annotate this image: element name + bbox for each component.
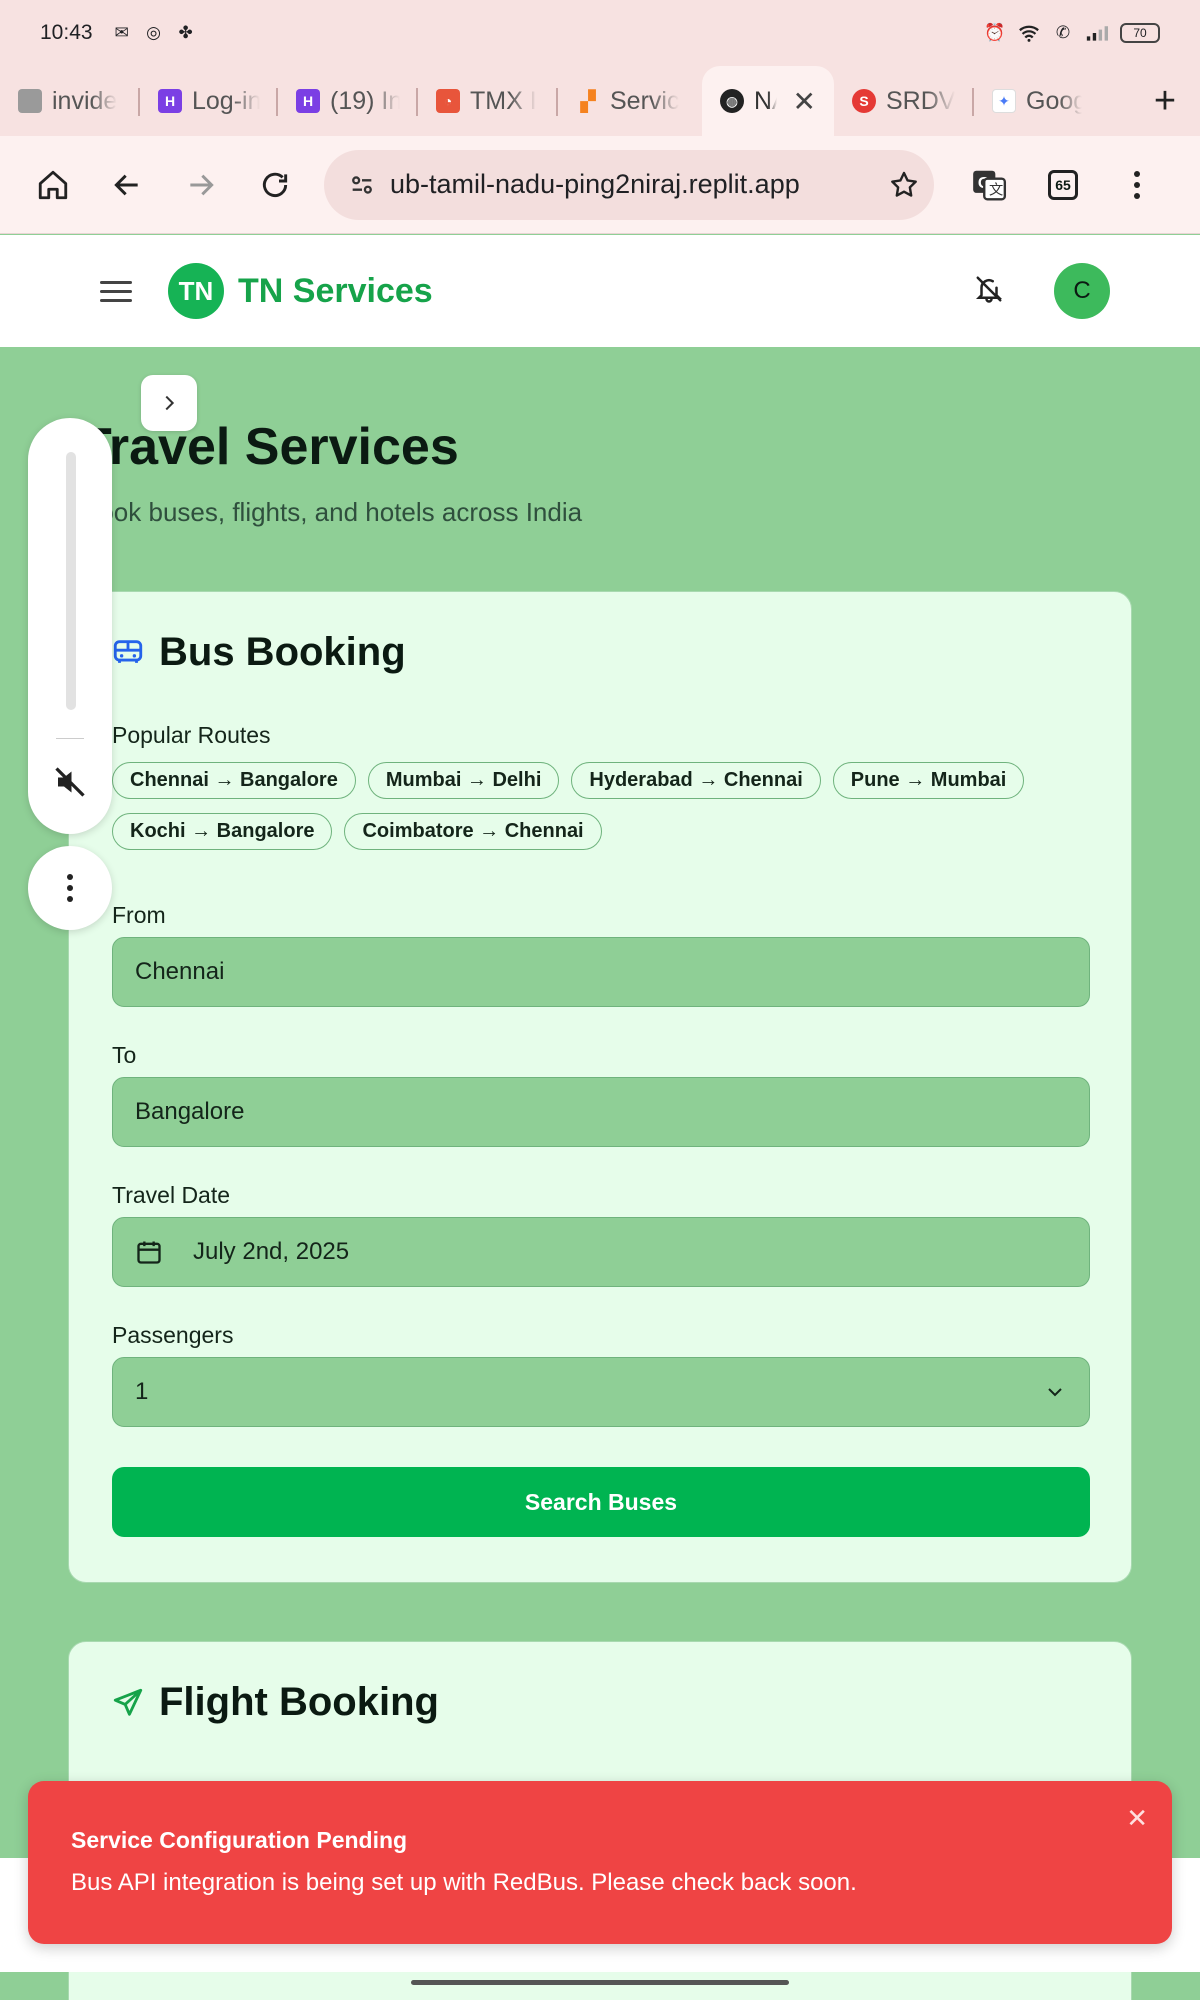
app-header: TN TN Services C: [0, 235, 1200, 347]
browser-tab[interactable]: H (19) In: [278, 66, 418, 136]
error-toast: Service Configuration Pending Bus API in…: [28, 1781, 1172, 1944]
chevron-down-icon: [1043, 1380, 1067, 1404]
alarm-icon: ⏰: [984, 23, 1006, 42]
notifications-off-icon[interactable]: [974, 274, 1004, 309]
route-chip[interactable]: Pune → Mumbai: [832, 762, 1025, 799]
arrow-right-icon: [190, 174, 214, 195]
more-options-button[interactable]: [28, 846, 112, 930]
to-label: To: [112, 1042, 137, 1068]
chrome-icon: ◎: [146, 23, 161, 42]
address-bar[interactable]: ub-tamil-nadu-ping2niraj.replit.app: [324, 149, 934, 220]
status-time: 10:43: [40, 21, 93, 44]
route-chip[interactable]: Chennai → Bangalore: [112, 762, 356, 799]
tab-favicon-icon: S: [852, 89, 876, 113]
home-indicator[interactable]: [411, 1980, 789, 1985]
chevron-right-icon: [165, 395, 175, 411]
menu-icon[interactable]: [100, 280, 132, 302]
travel-date-picker[interactable]: July 2nd, 2025: [112, 1217, 1090, 1287]
battery-icon: 70: [1120, 23, 1160, 43]
browser-tab[interactable]: H Log-in: [140, 66, 278, 136]
page-title: Travel Services: [80, 418, 459, 476]
flight-booking-heading: Flight Booking: [111, 1680, 439, 1725]
bus-icon: [113, 639, 143, 663]
close-icon[interactable]: ✕: [1126, 1803, 1148, 1834]
new-tab-button[interactable]: +: [1130, 80, 1200, 123]
volume-slider[interactable]: [66, 452, 76, 710]
route-chip[interactable]: Kochi → Bangalore: [112, 813, 333, 850]
arrow-left-icon: [114, 174, 138, 195]
svg-text:文: 文: [989, 181, 1003, 198]
popular-routes: Chennai → Bangalore Mumbai → Delhi Hyderab…: [112, 762, 1052, 864]
app-icon: ✤: [178, 23, 193, 42]
tab-favicon-icon: [18, 89, 42, 113]
tab-favicon-icon: ◔: [436, 89, 460, 113]
back-button[interactable]: [94, 152, 160, 218]
search-buses-button[interactable]: Search Buses: [112, 1467, 1090, 1537]
gmail-icon: ✉: [114, 23, 129, 42]
browser-tab-active[interactable]: ◍ NA ✕: [702, 66, 834, 136]
tab-favicon-icon: H: [158, 89, 182, 113]
browser-tab[interactable]: ▞ Servic: [558, 66, 702, 136]
more-vertical-icon: [67, 874, 73, 902]
tab-count: 65: [1048, 169, 1078, 200]
reload-button[interactable]: [242, 152, 308, 218]
home-button[interactable]: [20, 152, 86, 218]
status-bar: 10:43 ✉ ◎ ✤ ⏰ ✆ 70: [0, 0, 1200, 66]
main-content: Travel Services Book buses, flights, and…: [0, 347, 1200, 2000]
plane-icon: [113, 1688, 143, 1716]
browser-tab[interactable]: invide: [0, 66, 140, 136]
browser-toolbar: ub-tamil-nadu-ping2niraj.replit.app G文 6…: [0, 136, 1200, 234]
site-settings-icon: [352, 175, 372, 194]
tab-favicon-icon: H: [296, 89, 320, 113]
avatar[interactable]: C: [1054, 263, 1110, 319]
bus-booking-card: Bus Booking Popular Routes Chennai → Ban…: [68, 591, 1132, 1583]
volume-panel: [28, 418, 112, 834]
passengers-select[interactable]: 1: [112, 1357, 1090, 1427]
signal-icon: [1086, 22, 1108, 44]
page-subtitle: Book buses, flights, and hotels across I…: [82, 497, 583, 527]
to-input[interactable]: Bangalore: [112, 1077, 1090, 1147]
more-vertical-icon: [1134, 170, 1140, 199]
translate-icon: G文: [973, 170, 1007, 200]
route-chip[interactable]: Hyderabad → Chennai: [571, 762, 821, 799]
reload-icon: [262, 172, 288, 197]
call-icon: ✆: [1055, 23, 1071, 42]
wifi-icon: [1018, 22, 1040, 44]
travel-date-label: Travel Date: [112, 1182, 231, 1208]
close-tab-icon[interactable]: ✕: [793, 85, 816, 118]
toast-title: Service Configuration Pending: [71, 1827, 408, 1853]
passengers-label: Passengers: [112, 1322, 234, 1348]
translate-button[interactable]: G文: [956, 152, 1022, 218]
browser-menu-button[interactable]: [1104, 152, 1170, 218]
forward-button[interactable]: [168, 152, 234, 218]
home-icon: [38, 170, 68, 199]
volume-mute-icon[interactable]: [52, 764, 88, 805]
calendar-icon: [135, 1238, 163, 1266]
popular-routes-label: Popular Routes: [112, 722, 271, 748]
toast-message: Bus API integration is being set up with…: [71, 1869, 857, 1896]
route-chip[interactable]: Mumbai → Delhi: [367, 762, 560, 799]
url-text[interactable]: ub-tamil-nadu-ping2niraj.replit.app: [390, 169, 874, 200]
tab-switcher-button[interactable]: 65: [1030, 152, 1096, 218]
from-input[interactable]: Chennai: [112, 937, 1090, 1007]
bus-booking-heading: Bus Booking: [111, 630, 406, 675]
browser-tab[interactable]: S SRDV: [834, 66, 974, 136]
globe-icon: ◍: [720, 89, 744, 113]
browser-tab[interactable]: ✦ Goog: [974, 66, 1100, 136]
side-panel-toggle[interactable]: [141, 375, 197, 431]
brand-name[interactable]: TN Services: [238, 272, 433, 311]
route-chip[interactable]: Coimbatore → Chennai: [344, 813, 602, 850]
tab-strip: invide H Log-in H (19) In ◔ TMX I ▞ Serv…: [0, 66, 1200, 136]
logo[interactable]: TN: [168, 263, 224, 319]
from-label: From: [112, 902, 166, 928]
tab-favicon-icon: ▞: [580, 90, 596, 113]
bookmark-star-icon: [891, 171, 917, 197]
browser-tab[interactable]: ◔ TMX I: [418, 66, 558, 136]
tab-favicon-icon: ✦: [992, 89, 1016, 113]
